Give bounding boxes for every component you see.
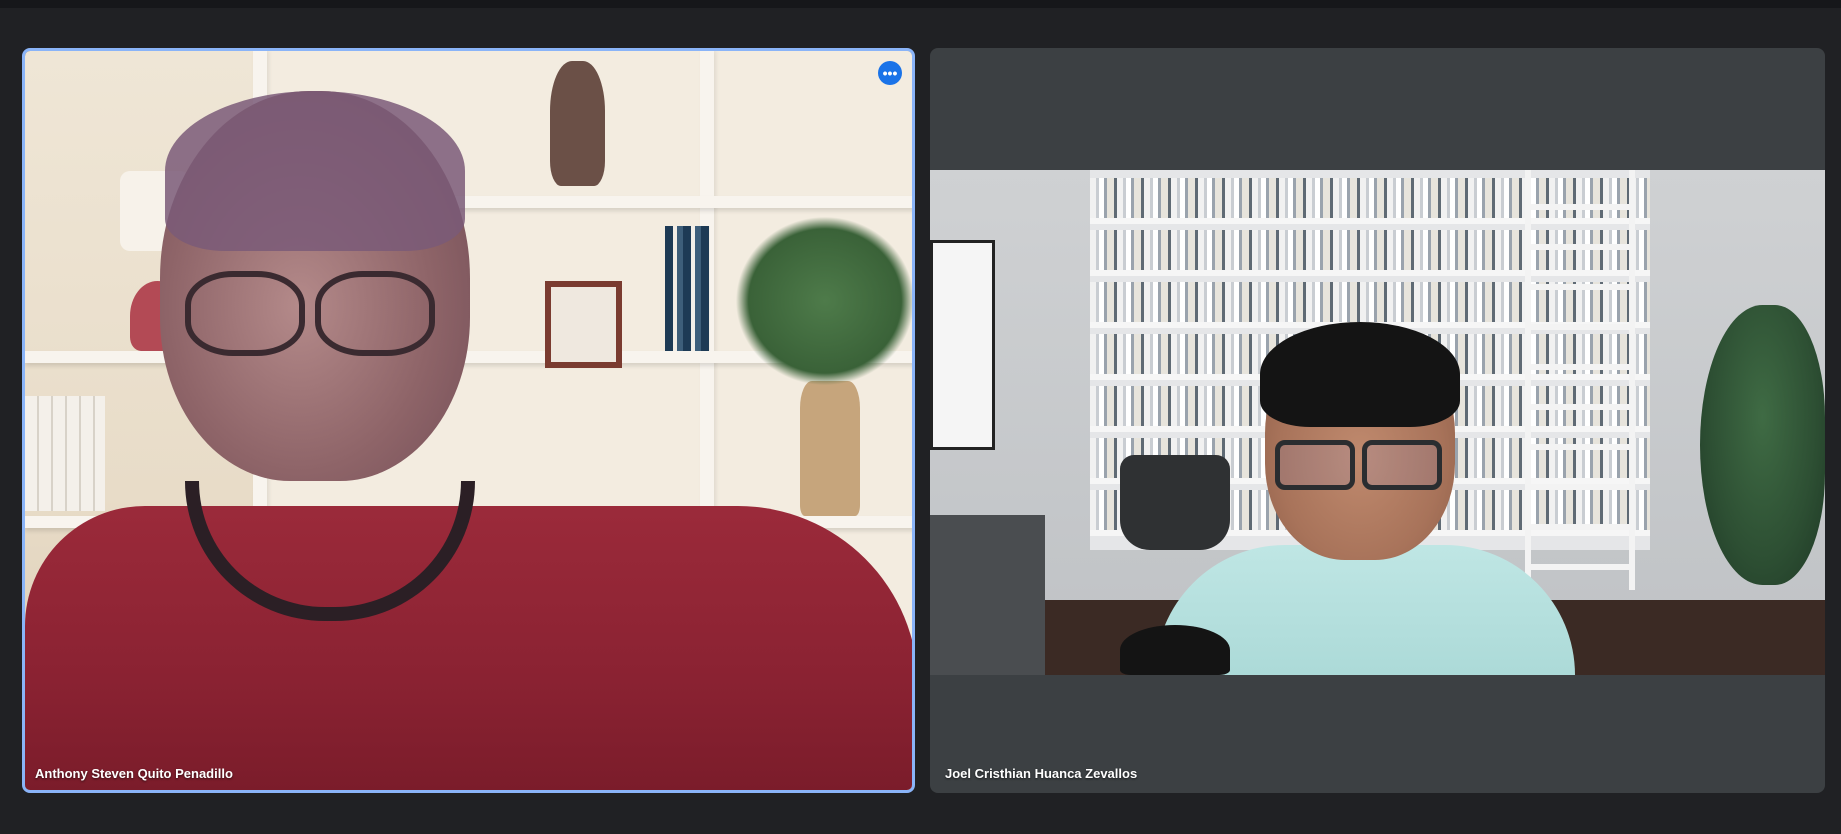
more-horiz-icon: ••• bbox=[882, 65, 898, 81]
microphone bbox=[1120, 625, 1230, 675]
glasses-lens bbox=[1362, 440, 1442, 490]
participant-video-anthony bbox=[25, 51, 912, 790]
sofa bbox=[930, 515, 1045, 675]
participant-shirt bbox=[25, 506, 912, 790]
participant-name-label: Anthony Steven Quito Penadillo bbox=[35, 766, 233, 781]
vase-decoration bbox=[550, 61, 605, 186]
glasses-lens bbox=[185, 271, 305, 356]
participant-tile-joel[interactable]: Joel Cristhian Huanca Zevallos bbox=[930, 48, 1825, 793]
top-strip bbox=[0, 0, 1841, 8]
more-options-button[interactable]: ••• bbox=[878, 61, 902, 85]
glasses-lens bbox=[315, 271, 435, 356]
plant-decoration bbox=[735, 216, 912, 386]
vase-decoration bbox=[800, 381, 860, 516]
lounge-chair bbox=[1120, 455, 1230, 550]
glasses-lens bbox=[1275, 440, 1355, 490]
shelf-board bbox=[445, 196, 912, 208]
participant-tile-anthony[interactable]: ••• Anthony Steven Quito Penadillo bbox=[22, 48, 915, 793]
picture-frame-decoration bbox=[545, 281, 622, 368]
meeting-stage: ••• Anthony Steven Quito Penadillo Joel … bbox=[0, 0, 1841, 834]
participant-name-label: Joel Cristhian Huanca Zevallos bbox=[945, 766, 1138, 781]
wall-painting bbox=[930, 240, 995, 450]
books-decoration bbox=[665, 226, 710, 351]
library-ladder bbox=[1525, 170, 1635, 590]
participant-hair bbox=[1260, 322, 1460, 427]
books-decoration bbox=[25, 396, 105, 511]
participant-video-joel bbox=[930, 170, 1825, 675]
participant-hair bbox=[165, 91, 465, 251]
plant-decoration bbox=[1700, 305, 1825, 585]
